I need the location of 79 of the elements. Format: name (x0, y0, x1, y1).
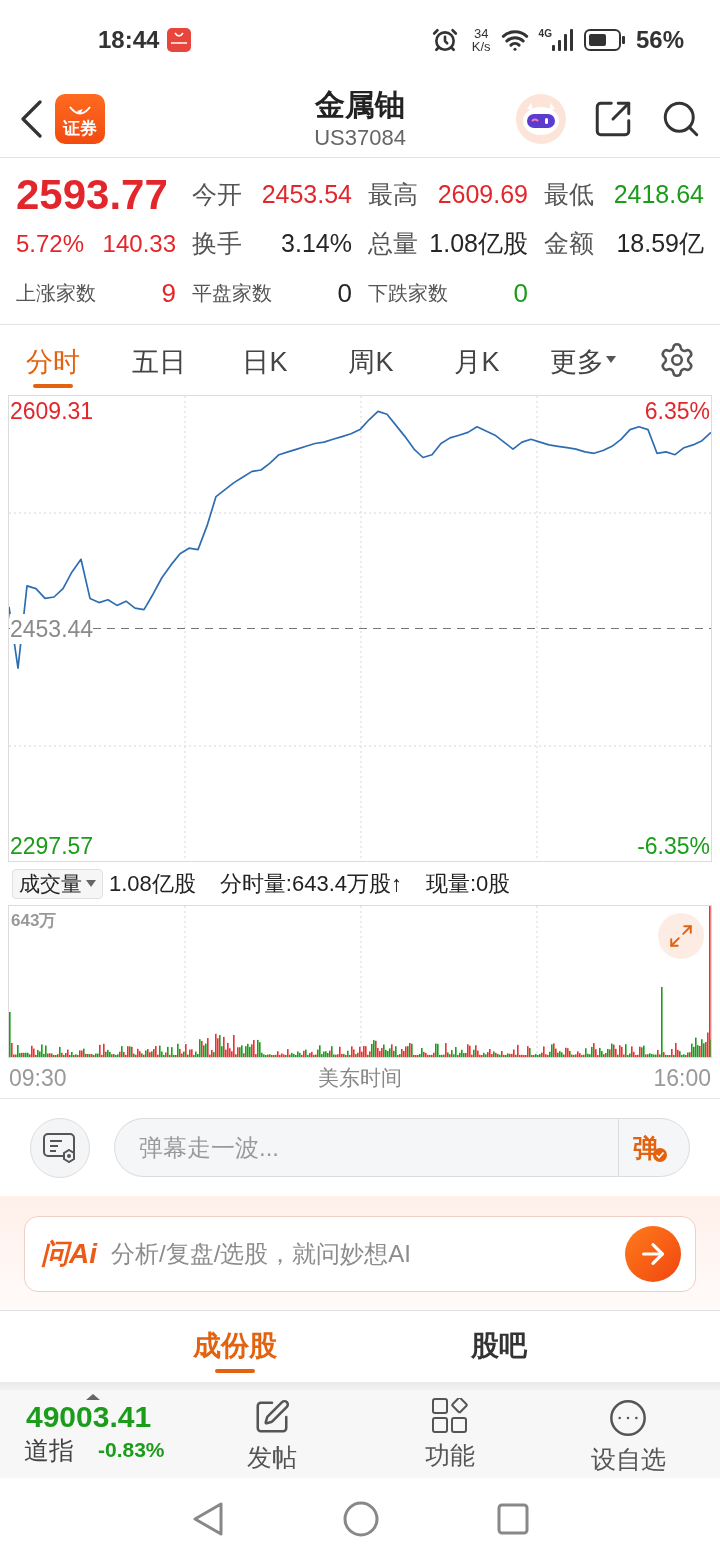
speed-unit: K/s (471, 40, 491, 53)
total-volume: 1.08亿股 (109, 870, 196, 898)
chart-tab[interactable]: 分时 (0, 325, 106, 395)
stat-label: 最高 (368, 179, 418, 211)
chart-tab[interactable]: 周K (318, 325, 424, 395)
chart-tab[interactable]: 五日 (106, 325, 212, 395)
index-value: 49003.41 (26, 1400, 153, 1434)
robot-avatar-icon[interactable] (516, 93, 566, 144)
signal-bars-icon (551, 29, 574, 51)
minute-volume: 分时量:643.4万股↑ (219, 870, 402, 898)
speed-value: 34 (473, 27, 489, 40)
danmu-input[interactable]: 弹幕走一波... (114, 1118, 618, 1177)
axis-percent-label: 6.35% (644, 397, 710, 426)
expand-arrows-icon (668, 923, 694, 949)
breadth-value: 9 (161, 276, 176, 310)
toolbar-action[interactable]: 设自选 (539, 1390, 717, 1478)
app-logo-text: 证券 (63, 117, 97, 140)
ai-question-input[interactable]: 分析/复盘/选股，就问妙想AI (111, 1232, 625, 1276)
change-amount: 140.33 (102, 229, 176, 259)
stat-label: 最低 (544, 179, 594, 211)
recents-square-icon[interactable] (497, 1503, 529, 1535)
caret-icon (86, 880, 96, 887)
stat-value: 3.14% (281, 228, 352, 260)
battery-level: 56% (635, 25, 684, 55)
index-name: 道指 (24, 1435, 74, 1466)
breadth-label: 上涨家数 (16, 281, 96, 306)
stat-value: 1.08亿股 (429, 228, 528, 260)
stat-label: 总量 (368, 228, 418, 260)
section-tab[interactable]: 成份股 (103, 1311, 367, 1382)
section-tab[interactable]: 股吧 (367, 1311, 631, 1382)
edit-icon (253, 1398, 291, 1436)
document-gear-icon (43, 1132, 77, 1163)
indicator-dropdown[interactable]: 成交量 (12, 868, 103, 899)
time-end: 16:00 (653, 1063, 711, 1093)
ai-send-button[interactable] (625, 1226, 681, 1282)
last-price: 2593.77 (16, 172, 168, 218)
stat-value: 18.59亿 (616, 228, 704, 260)
toolbar-action[interactable]: 发帖 (183, 1390, 361, 1478)
alarm-icon (431, 27, 458, 53)
back-triangle-icon[interactable] (191, 1501, 225, 1537)
settings-icon[interactable] (658, 341, 696, 379)
expand-button[interactable] (658, 913, 704, 959)
breadth-value: 0 (513, 276, 528, 310)
stock-code: US37084 (314, 123, 406, 152)
stat-label: 金额 (544, 228, 594, 260)
more-icon (608, 1398, 648, 1438)
breadth-value: 0 (337, 276, 352, 310)
volume-max-label: 643万 (11, 910, 57, 932)
axis-price-label: 2297.57 (10, 832, 94, 861)
stat-value: 2609.69 (437, 179, 528, 211)
change-percent: 5.72% (16, 229, 85, 259)
chart-tab[interactable]: 月K (424, 325, 530, 395)
home-circle-icon[interactable] (343, 1501, 379, 1537)
breadth-label: 下跌家数 (368, 281, 448, 306)
index-change: -0.83% (98, 1437, 165, 1463)
time-start: 09:30 (9, 1063, 67, 1093)
chart-tab[interactable]: 更多 (530, 325, 636, 395)
chart-tab[interactable]: 日K (212, 325, 318, 395)
toolbar-action[interactable]: 功能 (361, 1390, 539, 1478)
stat-label: 换手 (192, 228, 242, 260)
axis-percent-label: -6.35% (637, 832, 710, 861)
caret-up-icon (86, 1394, 100, 1400)
back-icon[interactable] (20, 99, 42, 138)
battery-icon (583, 29, 626, 51)
shopping-bag-icon (167, 28, 192, 52)
breadth-label: 平盘家数 (192, 281, 272, 306)
stat-value: 2453.54 (261, 179, 352, 211)
network-type: 4G (538, 29, 552, 39)
axis-price-label: 2453.44 (10, 613, 94, 644)
stock-name: 金属铀 (315, 86, 405, 123)
current-volume: 现量:0股 (426, 870, 511, 898)
status-time: 18:44 (98, 25, 160, 55)
stat-value: 2418.64 (613, 179, 704, 211)
stat-label: 今开 (192, 179, 242, 211)
axis-price-label: 2609.31 (10, 397, 94, 426)
ai-logo: 问Ai (41, 1237, 97, 1271)
time-zone: 美东时间 (318, 1065, 402, 1092)
caret-icon (606, 355, 616, 363)
grid-icon (432, 1398, 468, 1434)
